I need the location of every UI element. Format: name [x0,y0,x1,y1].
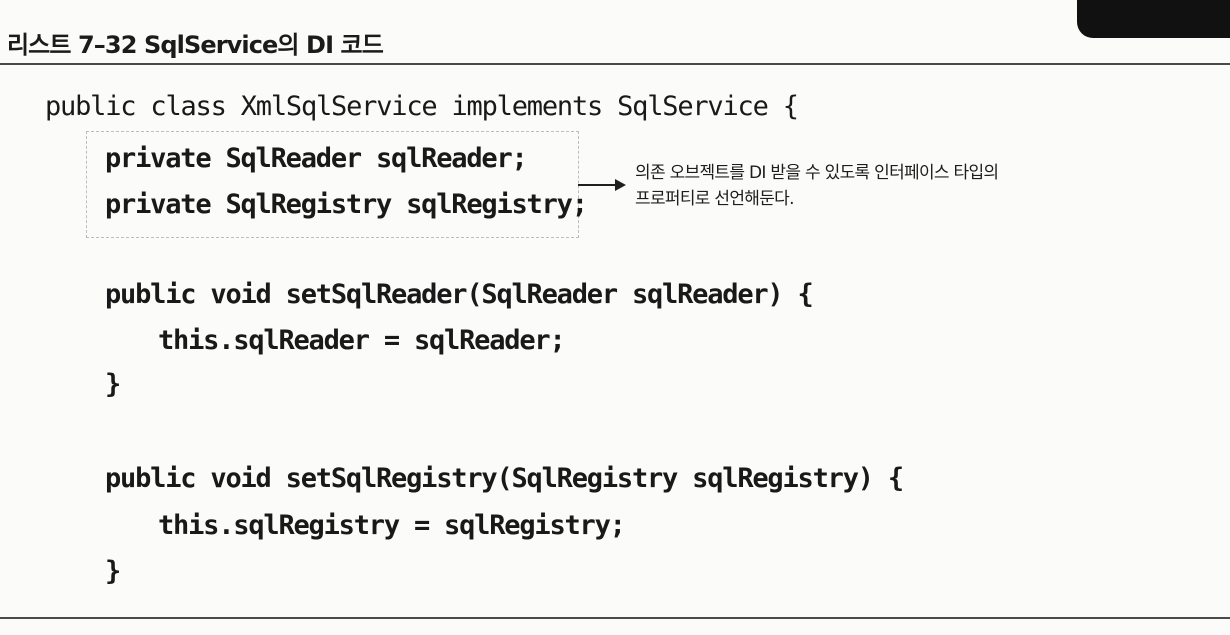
annotation-line-2: 프로퍼티로 선언해둔다. [635,189,795,209]
right-arrow-icon [578,179,626,191]
set-sql-registry-body-line: this.sqlRegistry = sqlRegistry; [158,510,626,541]
set-sql-reader-close-brace: } [105,369,121,400]
dark-corner-shape [1077,0,1230,38]
bottom-rule [0,617,1230,619]
set-sql-registry-close-brace: } [105,556,121,587]
sql-reader-field-line: private SqlReader sqlReader; [105,143,528,174]
set-sql-registry-signature-line: public void setSqlRegistry(SqlRegistry s… [105,463,904,494]
listing-title: 리스트 7–32 SqlService의 DI 코드 [7,31,384,59]
set-sql-reader-signature-line: public void setSqlReader(SqlReader sqlRe… [105,279,814,310]
annotation-line-1: 의존 오브젝트를 DI 받을 수 있도록 인터페이스 타입의 [635,163,999,183]
annotation-text: 의존 오브젝트를 DI 받을 수 있도록 인터페이스 타입의 프로퍼티로 선언해… [635,160,999,212]
set-sql-reader-body-line: this.sqlReader = sqlReader; [158,325,566,356]
sql-registry-field-line: private SqlRegistry sqlRegistry; [105,189,588,220]
top-rule [0,63,1230,65]
class-declaration-line: public class XmlSqlService implements Sq… [45,91,799,122]
